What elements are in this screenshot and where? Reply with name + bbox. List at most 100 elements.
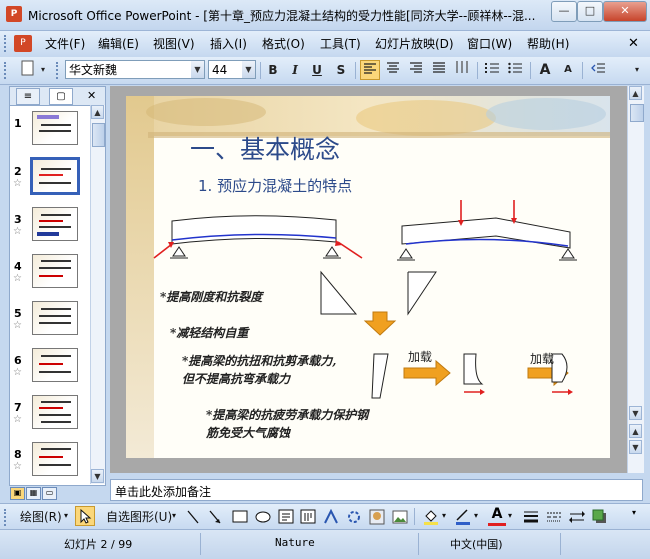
slide-thumbnail-5[interactable] (32, 301, 78, 335)
rectangle-tool-icon[interactable] (232, 510, 248, 524)
bullet-text-3a[interactable]: *提高梁的抗扭和抗剪承载力, (182, 352, 336, 369)
autoshapes-menu-button[interactable]: 自选图形(U) (106, 508, 172, 525)
clipart-icon[interactable] (369, 509, 385, 525)
font-color-icon[interactable]: A (488, 506, 506, 526)
menu-slideshow[interactable]: 幻灯片放映(D) (375, 35, 454, 52)
shrink-font-button[interactable]: A (558, 60, 578, 80)
scroll-thumb[interactable] (630, 104, 644, 122)
chevron-down-icon[interactable]: ▼ (242, 61, 255, 78)
normal-view-icon[interactable]: ▣ (10, 487, 25, 500)
bullets-icon[interactable] (505, 60, 525, 80)
chevron-down-icon[interactable]: ▾ (64, 511, 68, 520)
maximize-button[interactable]: □ (577, 1, 603, 22)
menu-edit[interactable]: 编辑(E) (98, 35, 139, 52)
toolbar-options-icon[interactable]: ▾ (630, 60, 644, 80)
textbox-tool-icon[interactable] (278, 509, 294, 525)
tab-outline[interactable]: ≡ (16, 88, 40, 105)
scroll-up-icon[interactable]: ▲ (629, 86, 642, 100)
slide-thumbnail-8[interactable] (32, 442, 78, 476)
menu-format[interactable]: 格式(O) (262, 35, 305, 52)
slide-thumbnail-6[interactable] (32, 348, 78, 382)
shadow-style-icon[interactable] (592, 509, 608, 525)
bullet-text-2[interactable]: *减轻结构自重 (170, 324, 248, 341)
bold-button[interactable]: B (263, 60, 283, 80)
menu-file[interactable]: 文件(F) (45, 35, 85, 52)
slide-counter: 幻灯片 2 / 99 (64, 538, 133, 551)
fill-color-icon[interactable] (422, 508, 440, 526)
grow-font-button[interactable]: A (535, 60, 555, 80)
align-right-icon[interactable] (406, 60, 426, 80)
toolbar-grip[interactable] (4, 62, 9, 79)
notes-pane[interactable]: 单击此处添加备注 (110, 479, 643, 501)
decrease-indent-icon[interactable] (588, 60, 608, 80)
select-objects-icon[interactable] (75, 506, 95, 526)
menu-tools[interactable]: 工具(T) (320, 35, 361, 52)
draw-menu-button[interactable]: 绘图(R) (20, 508, 62, 525)
distribute-icon[interactable] (452, 60, 472, 80)
bullet-text-4b[interactable]: 筋免受大气腐蚀 (206, 424, 290, 441)
dash-style-icon[interactable] (546, 509, 562, 525)
new-slide-icon[interactable] (18, 60, 38, 80)
italic-button[interactable]: I (285, 60, 305, 80)
line-style-icon[interactable] (523, 509, 539, 525)
slide-canvas[interactable]: 一、基本概念 1. 预应力混凝土的特点 加载 加载 *提高刚度和抗裂度 *减轻结… (126, 96, 610, 458)
menu-help[interactable]: 帮助(H) (527, 35, 569, 52)
slide-thumbnail-3[interactable] (32, 207, 78, 241)
arrow-style-icon[interactable] (569, 509, 585, 525)
slide-thumbnail-4[interactable] (32, 254, 78, 288)
scroll-down-icon[interactable]: ▼ (629, 406, 642, 420)
bullet-text-3b[interactable]: 但不提高抗弯承载力 (182, 370, 290, 387)
scroll-down-icon[interactable]: ▼ (91, 469, 104, 483)
slide-thumbnail-1[interactable] (32, 111, 78, 145)
slide-thumbnail-7[interactable] (32, 395, 78, 429)
document-icon[interactable]: P (14, 35, 32, 52)
bullet-text-1[interactable]: *提高刚度和抗裂度 (160, 288, 262, 305)
line-tool-icon[interactable] (186, 509, 200, 525)
font-size-combo[interactable]: 44 ▼ (208, 60, 256, 79)
slide-sorter-view-icon[interactable]: ▦ (26, 487, 41, 500)
toolbar-grip[interactable] (56, 62, 61, 79)
toolbar-options-icon[interactable]: ▾ (632, 508, 636, 517)
numbering-icon[interactable] (482, 60, 502, 80)
tab-slides[interactable]: ▢ (49, 88, 73, 105)
close-button[interactable]: ✕ (603, 1, 647, 22)
chevron-down-icon[interactable]: ▼ (191, 61, 204, 78)
new-dropdown-icon[interactable]: ▾ (38, 60, 48, 80)
scroll-up-icon[interactable]: ▲ (91, 105, 104, 119)
slide-thumbnail-2[interactable] (30, 157, 80, 195)
insert-picture-icon[interactable] (392, 509, 408, 525)
oval-tool-icon[interactable] (255, 510, 271, 524)
slides-panel-scrollbar[interactable]: ▲ ▼ (90, 105, 105, 484)
menu-insert[interactable]: 插入(I) (210, 35, 247, 52)
toolbar-grip[interactable] (4, 509, 9, 526)
scroll-thumb[interactable] (92, 123, 105, 147)
next-slide-icon[interactable]: ▼ (629, 440, 642, 454)
chevron-down-icon[interactable]: ▾ (442, 511, 446, 520)
bullet-text-4a[interactable]: *提高梁的抗疲劳承载力保护钢 (206, 406, 368, 423)
chevron-down-icon[interactable]: ▾ (474, 511, 478, 520)
align-left-icon[interactable] (360, 60, 380, 80)
vertical-textbox-icon[interactable] (300, 509, 316, 525)
slideshow-view-icon[interactable]: ▭ (42, 487, 57, 500)
wordart-icon[interactable] (323, 509, 339, 525)
arrow-tool-icon[interactable] (208, 509, 222, 525)
justify-icon[interactable] (429, 60, 449, 80)
minimize-button[interactable]: — (551, 1, 577, 22)
underline-button[interactable]: U (307, 60, 327, 80)
chevron-down-icon[interactable]: ▾ (172, 511, 176, 520)
diagram-tool-icon[interactable] (346, 509, 362, 525)
font-name-combo[interactable]: 华文新魏 ▼ (65, 60, 205, 79)
title-bar[interactable]: P Microsoft Office PowerPoint - [第十章_预应力… (0, 0, 650, 31)
toolbar-grip[interactable] (4, 35, 9, 52)
panel-close-icon[interactable]: ✕ (87, 89, 96, 102)
menu-window[interactable]: 窗口(W) (467, 35, 512, 52)
chevron-down-icon[interactable]: ▾ (508, 511, 512, 520)
slide-scrollbar[interactable]: ▲ ▼ ▲ ▼ (627, 86, 644, 473)
line-color-icon[interactable] (454, 508, 472, 526)
document-close-icon[interactable]: ✕ (628, 36, 639, 51)
menu-view[interactable]: 视图(V) (153, 35, 195, 52)
powerpoint-app-icon[interactable]: P (6, 6, 22, 22)
shadow-button[interactable]: S (331, 60, 351, 80)
previous-slide-icon[interactable]: ▲ (629, 424, 642, 438)
align-center-icon[interactable] (383, 60, 403, 80)
